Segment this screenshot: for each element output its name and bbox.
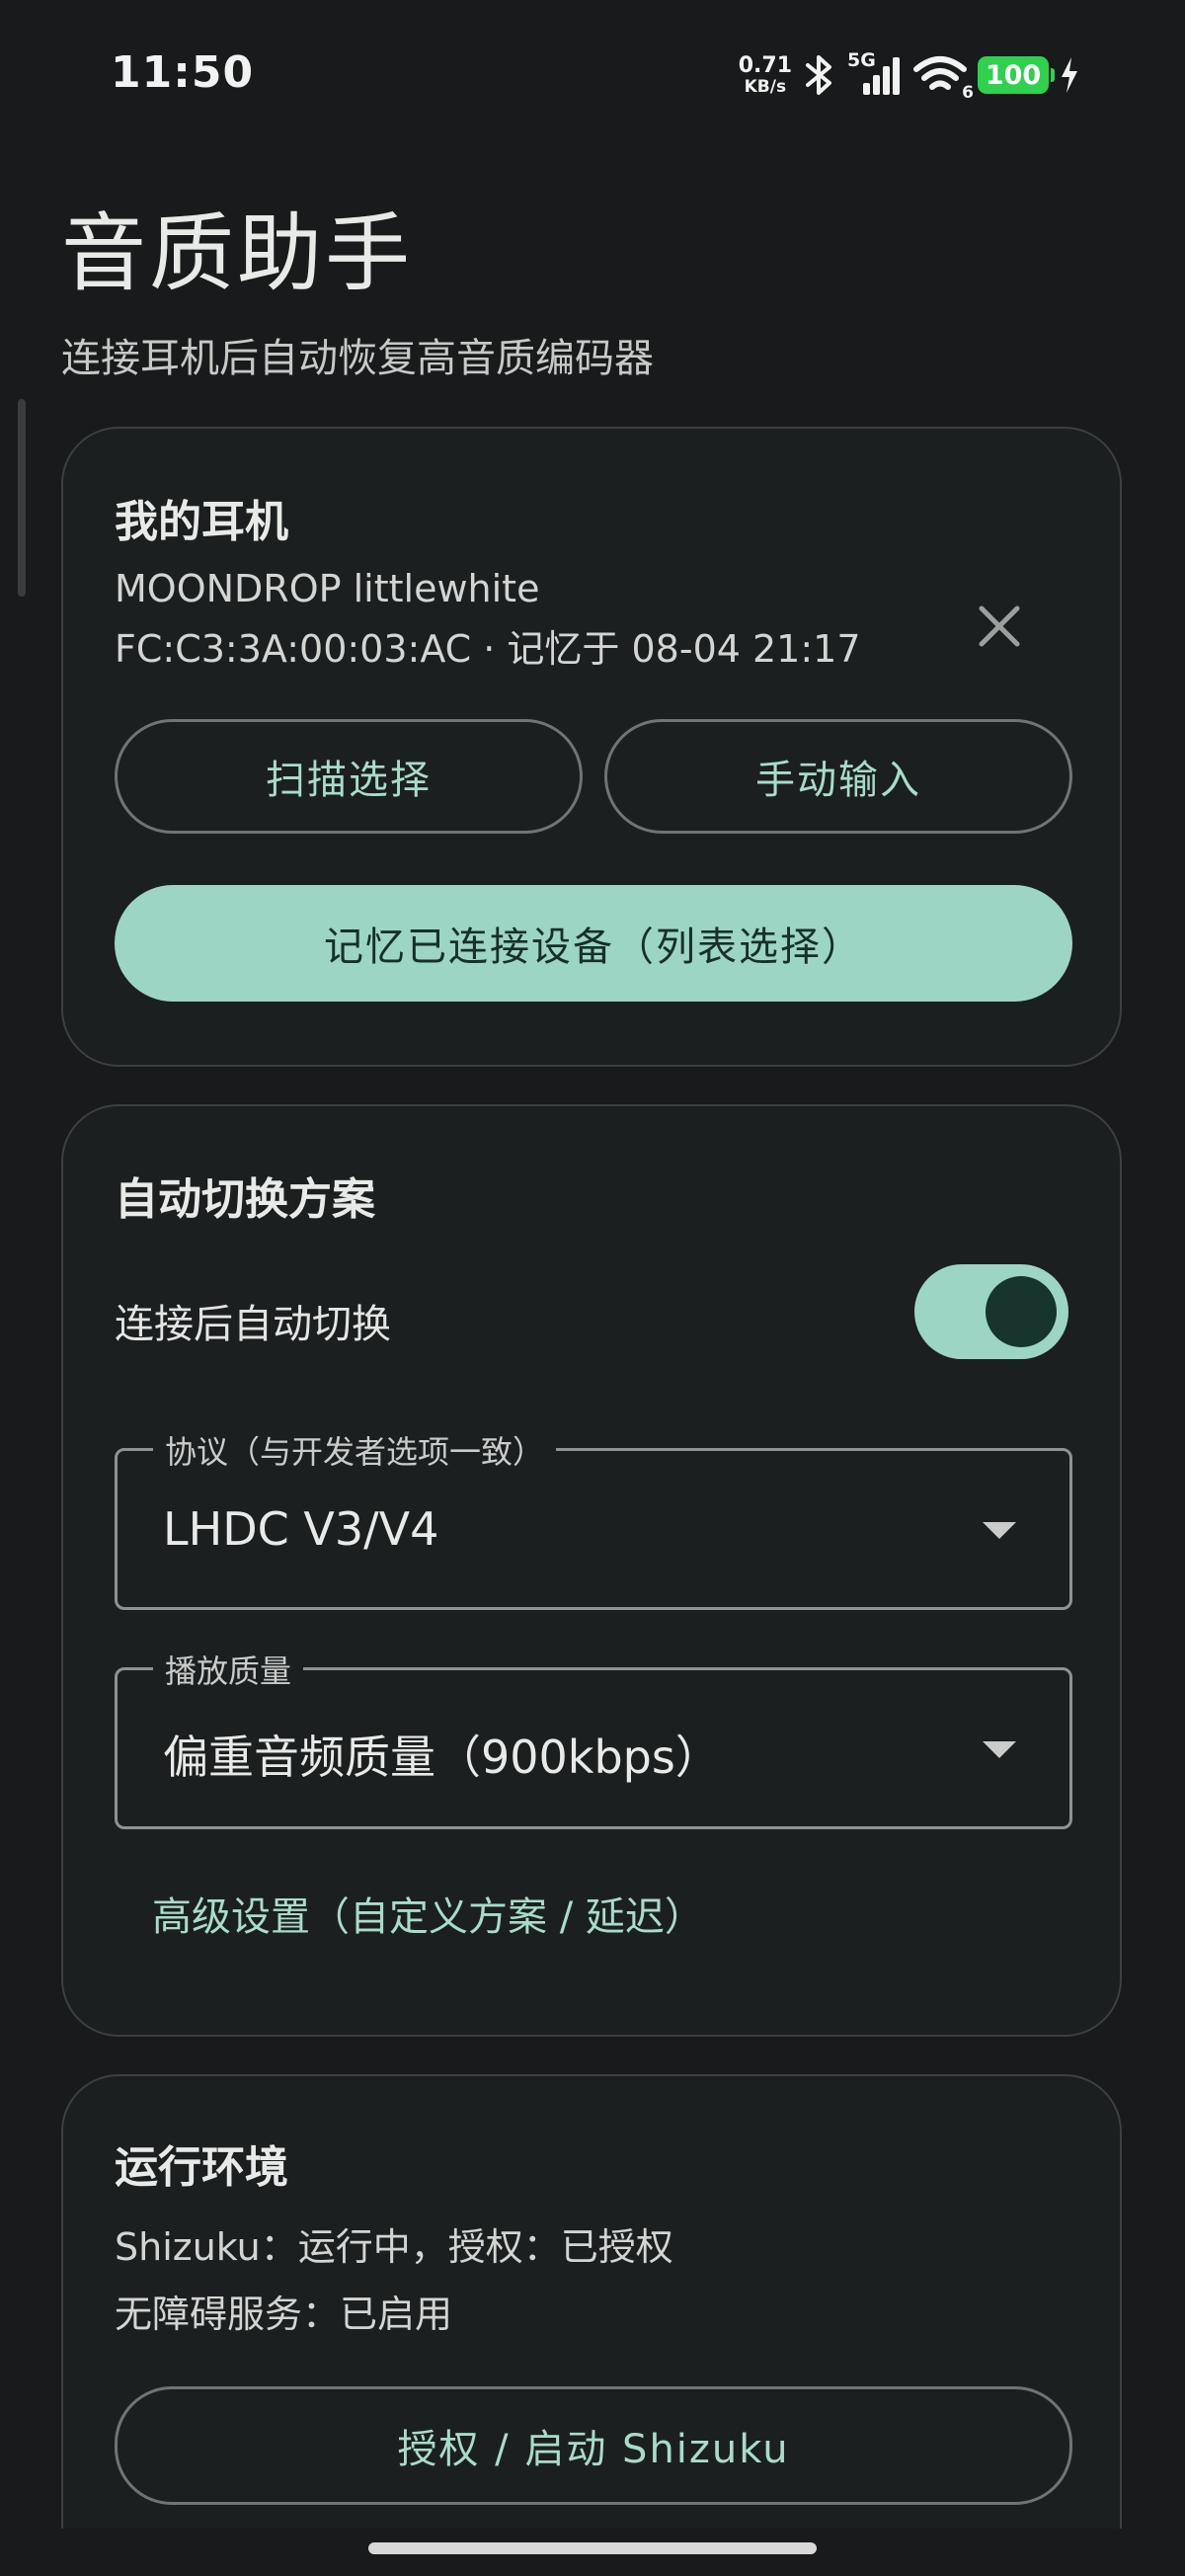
device-detail: FC:C3:3A:00:03:AC · 记忆于 08-04 21:17: [115, 627, 861, 671]
gesture-navigation-bar[interactable]: [368, 2542, 817, 2554]
scroll-indicator[interactable]: [18, 399, 26, 597]
lightning-icon: [1062, 57, 1077, 93]
status-time: 11:50: [111, 47, 255, 98]
cellular-signal: 5G: [847, 49, 903, 97]
runtime-title: 运行环境: [115, 2142, 288, 2193]
battery-level: 100: [985, 59, 1042, 91]
shizuku-status: Shizuku：运行中，授权：已授权: [115, 2225, 673, 2269]
quality-dropdown-label: 播放质量: [153, 1647, 304, 1692]
my-headphones-card: 我的耳机 MOONDROP littlewhite FC:C3:3A:00:03…: [61, 427, 1122, 1067]
shizuku-authorize-button[interactable]: 授权 / 启动 Shizuku: [115, 2386, 1072, 2505]
auto-switch-toggle-knob: [986, 1276, 1057, 1347]
bluetooth-icon: [806, 55, 831, 95]
auto-switch-title: 自动切换方案: [115, 1174, 375, 1225]
runtime-environment-card: 运行环境 Shizuku：运行中，授权：已授权 无障碍服务：已启用 授权 / 启…: [61, 2074, 1122, 2576]
network-speed-unit: KB/s: [744, 76, 787, 97]
my-headphones-title: 我的耳机: [115, 497, 288, 547]
battery-indicator: 100: [978, 56, 1055, 94]
advanced-settings-link[interactable]: 高级设置（自定义方案 / 延迟）: [152, 1885, 704, 1942]
wifi-icon: [913, 56, 967, 90]
network-speed: 0.71 KB/s: [738, 52, 792, 97]
remembered-devices-button[interactable]: 记忆已连接设备（列表选择）: [115, 885, 1072, 1002]
forget-device-button[interactable]: [962, 589, 1037, 664]
auto-switch-toggle-label: 连接后自动切换: [115, 1302, 391, 1347]
page-title: 音质助手: [61, 204, 413, 303]
close-icon: [979, 605, 1020, 647]
protocol-dropdown-value: LHDC V3/V4: [163, 1502, 439, 1556]
protocol-dropdown[interactable]: 协议（与开发者选项一致） LHDC V3/V4: [115, 1427, 1072, 1610]
network-speed-value: 0.71: [738, 52, 792, 78]
accessibility-status: 无障碍服务：已启用: [115, 2293, 453, 2336]
app-screen: 11:50 0.71 KB/s 5G 6 100 音质助手 连接耳机后自动恢复高…: [0, 0, 1185, 2576]
dropdown-arrow-icon: [983, 1522, 1016, 1539]
auto-switch-card: 自动切换方案 连接后自动切换 协议（与开发者选项一致） LHDC V3/V4 播…: [61, 1104, 1122, 2037]
wifi-badge: 6: [962, 83, 974, 103]
wifi-status: 6: [912, 53, 974, 103]
status-icons: 0.71 KB/s 5G 6 100: [738, 49, 1080, 103]
device-name: MOONDROP littlewhite: [115, 567, 540, 610]
scan-select-button[interactable]: 扫描选择: [115, 719, 583, 834]
protocol-dropdown-label: 协议（与开发者选项一致）: [153, 1427, 557, 1473]
manual-input-button[interactable]: 手动输入: [604, 719, 1072, 834]
quality-dropdown[interactable]: 播放质量 偏重音频质量（900kbps）: [115, 1647, 1072, 1829]
dropdown-arrow-icon: [983, 1741, 1016, 1758]
auto-switch-toggle[interactable]: [914, 1264, 1068, 1359]
quality-dropdown-value: 偏重音频质量（900kbps）: [163, 1731, 721, 1784]
status-bar: 11:50 0.71 KB/s 5G 6 100: [0, 0, 1185, 148]
page-subtitle: 连接耳机后自动恢复高音质编码器: [61, 336, 654, 381]
cellular-signal-icon: [863, 57, 900, 95]
